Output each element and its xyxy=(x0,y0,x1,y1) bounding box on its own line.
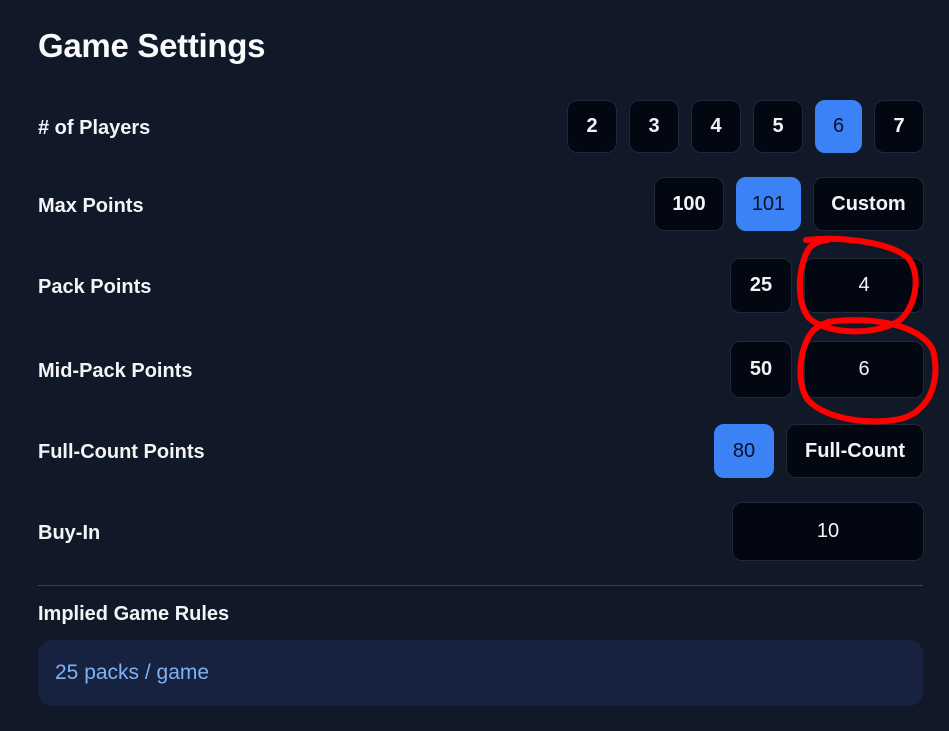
section-divider xyxy=(38,585,923,586)
pack-points-option-25[interactable]: 25 xyxy=(730,258,792,313)
buy-in-label: Buy-In xyxy=(38,522,101,544)
players-option-2[interactable]: 2 xyxy=(567,100,617,153)
implied-rules-title: Implied Game Rules xyxy=(38,603,230,625)
players-option-7[interactable]: 7 xyxy=(874,100,924,153)
full-count-option-80[interactable]: 80 xyxy=(714,424,774,478)
players-option-4[interactable]: 4 xyxy=(691,100,741,153)
mid-pack-points-label: Mid-Pack Points xyxy=(38,360,193,382)
buy-in-input[interactable]: 10 xyxy=(732,502,924,561)
mid-pack-points-input[interactable]: 6 xyxy=(804,341,924,398)
max-points-option-101[interactable]: 101 xyxy=(736,177,801,231)
players-option-5[interactable]: 5 xyxy=(753,100,803,153)
players-option-3[interactable]: 3 xyxy=(629,100,679,153)
mid-pack-points-option-50[interactable]: 50 xyxy=(730,341,792,398)
pack-points-input[interactable]: 4 xyxy=(804,258,924,313)
max-points-label: Max Points xyxy=(38,195,144,217)
pack-points-label: Pack Points xyxy=(38,276,152,298)
players-label: # of Players xyxy=(38,117,151,139)
max-points-custom-button[interactable]: Custom xyxy=(813,177,924,231)
full-count-button[interactable]: Full-Count xyxy=(786,424,924,478)
implied-rules-box: 25 packs / game xyxy=(38,640,923,706)
full-count-points-label: Full-Count Points xyxy=(38,441,205,463)
players-option-6[interactable]: 6 xyxy=(815,100,862,153)
implied-rules-text: 25 packs / game xyxy=(55,661,210,684)
max-points-option-100[interactable]: 100 xyxy=(654,177,724,231)
game-settings-panel: Game Settings # of Players 2 3 4 5 6 7 M… xyxy=(0,0,949,731)
page-title: Game Settings xyxy=(38,27,266,64)
